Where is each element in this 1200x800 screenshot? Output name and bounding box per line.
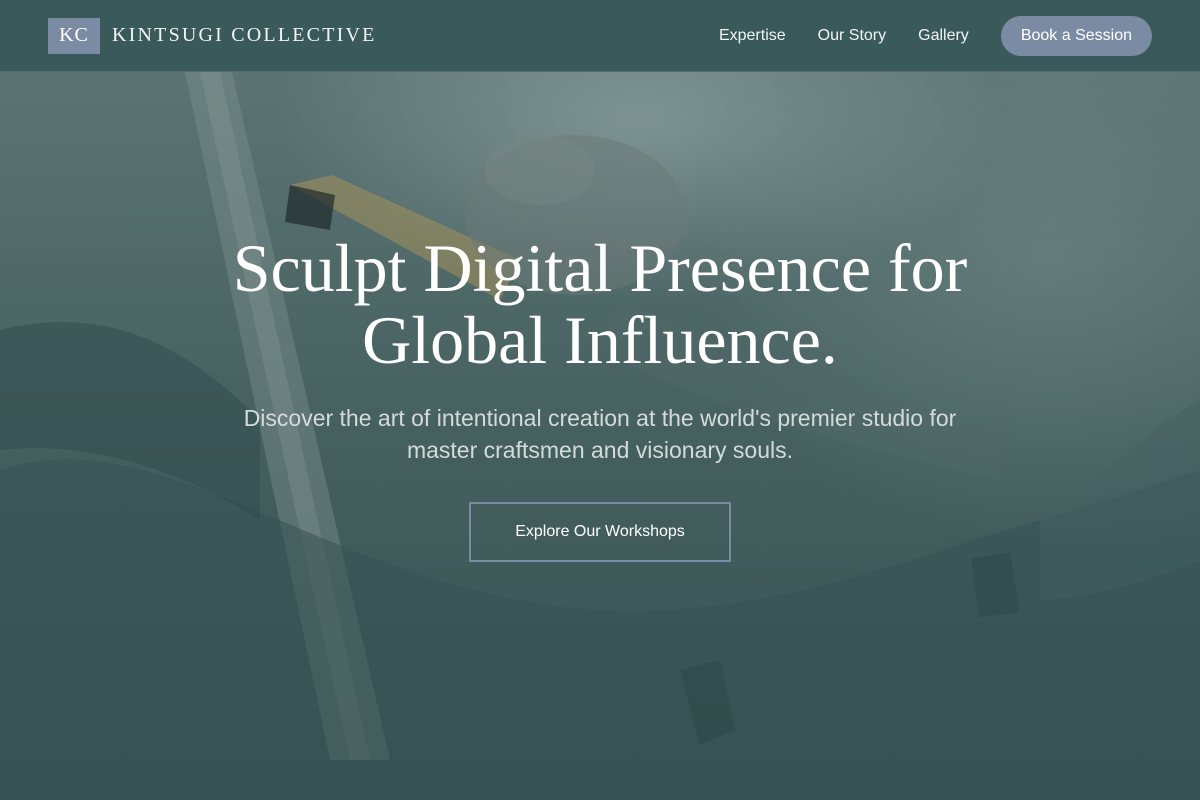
nav-link-gallery[interactable]: Gallery <box>918 27 969 45</box>
nav-link-expertise[interactable]: Expertise <box>719 27 786 45</box>
hero-title-line-2: Global Influence. <box>362 302 838 378</box>
site-header: KC KINTSUGI COLLECTIVE Expertise Our Sto… <box>0 0 1200 72</box>
hero-title-line-1: Sculpt Digital Presence for <box>232 230 968 306</box>
hero-subtitle-line-2: master craftsmen and visionary souls. <box>406 437 794 463</box>
hero-subtitle-line-1: Discover the art of intentional creation… <box>243 405 957 431</box>
book-session-button[interactable]: Book a Session <box>1000 15 1152 56</box>
hero-subtitle: Discover the art of intentional creation… <box>190 402 1010 466</box>
nav-link-our-story[interactable]: Our Story <box>818 27 886 45</box>
explore-workshops-button[interactable]: Explore Our Workshops <box>469 502 731 562</box>
hero-section: Sculpt Digital Presence for Global Influ… <box>0 232 1200 562</box>
brand-name: KINTSUGI COLLECTIVE <box>112 24 377 46</box>
brand-logo-link[interactable]: KC KINTSUGI COLLECTIVE <box>48 17 377 54</box>
hero-title: Sculpt Digital Presence for Global Influ… <box>150 232 1050 376</box>
kc-logo-mark-icon: KC <box>48 17 100 54</box>
main-nav: Expertise Our Story Gallery Book a Sessi… <box>687 15 1152 56</box>
